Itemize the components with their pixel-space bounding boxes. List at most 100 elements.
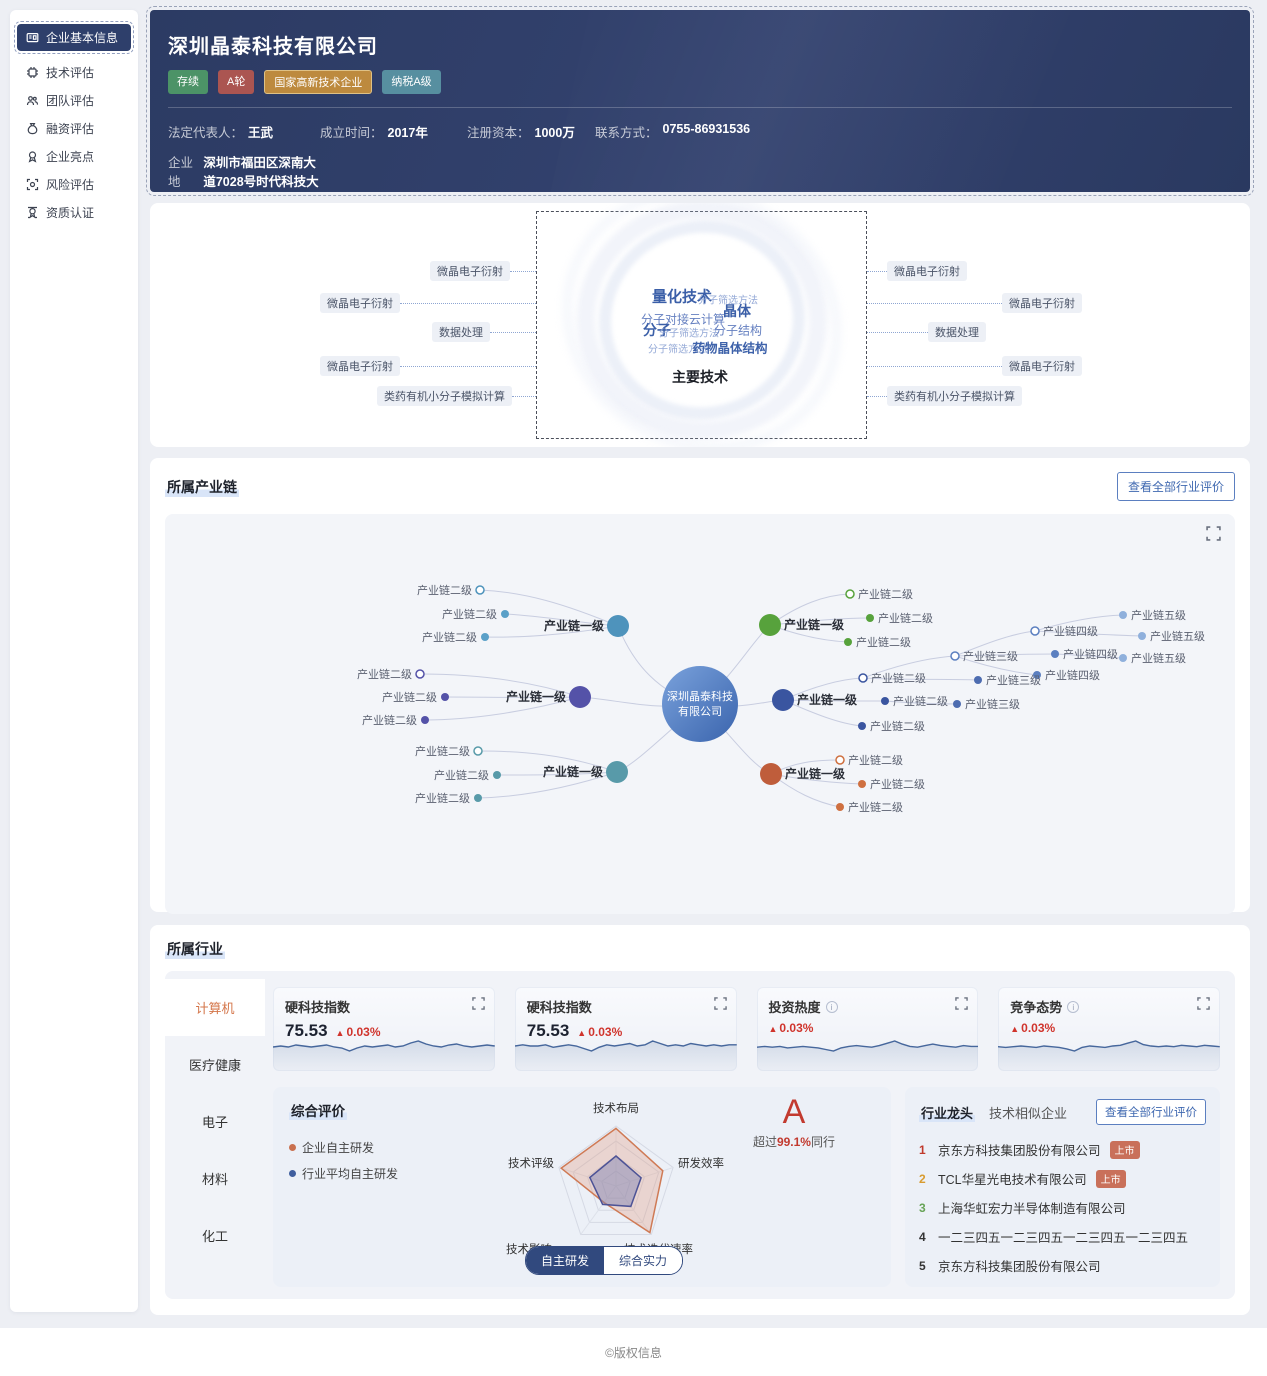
sidebar-item-tech-eval[interactable]: 技术评估 [17,59,131,86]
fullscreen-icon[interactable] [955,997,969,1010]
chain-l1-node[interactable] [772,689,794,711]
fullscreen-icon[interactable] [471,997,485,1010]
tab-medical[interactable]: 医疗健康 [165,1036,265,1093]
sparkline-chart [756,1040,979,1071]
company-name: 一二三四五一二三四五一二三四五一二三四五 [938,1231,1189,1245]
sidebar-item-certification[interactable]: 资质认证 [17,199,131,226]
chain-l2-node[interactable] [475,585,485,595]
list-item[interactable]: 5 京东方科技集团股份有限公司 [919,1251,1206,1280]
list-item[interactable]: 2 TCL华星光电技术有限公司 上市 [919,1164,1206,1193]
chain-l3-node[interactable] [950,651,960,661]
tech-label-row: 微晶电子衍射 [867,293,1082,313]
tech-label: 微晶电子衍射 [887,261,967,281]
chain-l5-node[interactable] [1138,632,1146,640]
toggle-overall[interactable]: 综合实力 [604,1247,683,1274]
chain-l2-node[interactable] [858,780,866,788]
tab-computer[interactable]: 计算机 [165,979,265,1036]
radar-axis-label: 技术布局 [593,1103,639,1115]
chain-l5-node[interactable] [1119,654,1127,662]
chain-l1-node[interactable] [759,614,781,636]
chain-l2-node[interactable] [441,693,449,701]
chain-center-node[interactable] [662,666,738,742]
radar-axis-label: 技术评级 [508,1158,554,1170]
company-fields-row: 法定代表人： 王武 成立时间： 2017年 注册资本： 1000万 联系方式： … [168,122,1232,141]
chain-l3-node[interactable] [974,676,982,684]
chain-l2-node[interactable] [844,638,852,646]
chain-l2-node[interactable] [858,673,868,683]
list-item[interactable]: 1 京东方科技集团股份有限公司 上市 [919,1135,1206,1164]
evaluation-toggle: 自主研发 综合实力 [525,1246,684,1275]
chain-l2-node[interactable] [493,771,501,779]
chain-l2-node[interactable] [415,669,425,679]
list-item[interactable]: 3 上海华虹宏力半导体制造有限公司 [919,1193,1206,1222]
connector-line [867,395,887,397]
view-all-industry-button[interactable]: 查看全部行业评价 [1116,472,1235,501]
chain-l1-node[interactable] [760,763,782,785]
chain-l2-node[interactable] [474,794,482,802]
company-name: 深圳晶泰科技有限公司 [168,36,378,58]
chain-l2-node[interactable] [835,755,845,765]
chain-l1-node[interactable] [607,615,629,637]
tab-electronics[interactable]: 电子 [165,1093,265,1150]
chain-l2-node[interactable] [481,633,489,641]
chain-l4-node[interactable] [1030,626,1040,636]
tech-label-row: 微晶电子衍射 [430,261,536,281]
chain-l2-node[interactable] [836,803,844,811]
chain-l2-node[interactable] [845,589,855,599]
tech-label-row: 类药有机小分子模拟计算 [867,386,1022,406]
chain-l2-label: 产业链二级 [362,713,417,727]
card-head: 投资热度 i [769,997,967,1016]
chain-l2-label: 产业链二级 [871,671,926,685]
tech-label: 微晶电子衍射 [1002,293,1082,313]
list-item[interactable]: 4 一二三四五一二三四五一二三四五一二三四五 [919,1222,1206,1251]
up-triangle-icon: ▲ [768,1024,778,1034]
fullscreen-icon[interactable] [713,997,727,1010]
sidebar-item-financing-eval[interactable]: 融资评估 [17,115,131,142]
chain-l5-node[interactable] [1119,611,1127,619]
tech-label-row: 微晶电子衍射 [867,356,1082,376]
connector-line [490,331,536,333]
chain-l3-node[interactable] [953,700,961,708]
contact-field: 联系方式： 0755-86931536 [595,122,750,141]
chain-l2-node[interactable] [858,722,866,730]
toggle-self-rd[interactable]: 自主研发 [526,1247,605,1274]
chain-l2-label: 产业链二级 [415,791,470,805]
chain-l2-node[interactable] [421,716,429,724]
industry-chain-graph[interactable]: 深圳晶泰科技 有限公司 产业链一级 产业链一级 产业链一级 产业链一级 产业链一… [165,514,1235,914]
tech-label-row: 微晶电子衍射 [320,293,536,313]
tech-label-row: 数据处理 [867,322,986,342]
card-value-row: ▲ 0.03% [1010,1021,1208,1035]
fullscreen-icon[interactable] [1197,997,1210,1010]
chain-center-label: 深圳晶泰科技 [667,689,733,703]
tax-grade-badge: 纳税A级 [382,70,441,94]
chain-l5-label: 产业链五级 [1150,629,1205,643]
chain-l2-label: 产业链二级 [417,583,472,597]
id-card-icon [26,32,39,43]
info-icon[interactable]: i [825,1000,838,1013]
tab-similar-companies[interactable]: 技术相似企业 [989,1103,1096,1122]
chain-l2-node[interactable] [866,614,874,622]
sidebar-item-team-eval[interactable]: 团队评估 [17,87,131,114]
investment-heat-card: 投资热度 i ▲ 0.03% [756,987,979,1071]
chain-l4-node[interactable] [1051,650,1059,658]
card-title: 硬科技指数 [285,1000,351,1015]
sidebar-item-highlights[interactable]: 企业亮点 [17,143,131,170]
tab-chemical[interactable]: 化工 [165,1207,265,1264]
tab-industry-leaders[interactable]: 行业龙头 [919,1102,976,1122]
copyright-text: ©版权信息 [605,1345,662,1360]
info-icon[interactable]: i [1067,1000,1080,1013]
chain-l1-node[interactable] [606,761,628,783]
field-value: 0755-86931536 [662,122,751,136]
tech-label: 微晶电子衍射 [1002,356,1082,376]
sidebar-item-company-info[interactable]: 企业基本信息 [14,21,134,54]
connector-line [867,365,1002,367]
main-content: 深圳晶泰科技有限公司 存续 A轮 国家高新技术企业 纳税A级 法定代表人： 王武… [146,6,1254,1315]
tab-materials[interactable]: 材料 [165,1150,265,1207]
certificate-icon [28,206,37,219]
sidebar-item-risk-eval[interactable]: 风险评估 [17,171,131,198]
view-all-industry-button[interactable]: 查看全部行业评价 [1096,1099,1206,1125]
chain-l2-node[interactable] [473,746,483,756]
chain-l2-node[interactable] [501,610,509,618]
chain-l1-node[interactable] [569,686,591,708]
chain-l2-node[interactable] [881,697,889,705]
